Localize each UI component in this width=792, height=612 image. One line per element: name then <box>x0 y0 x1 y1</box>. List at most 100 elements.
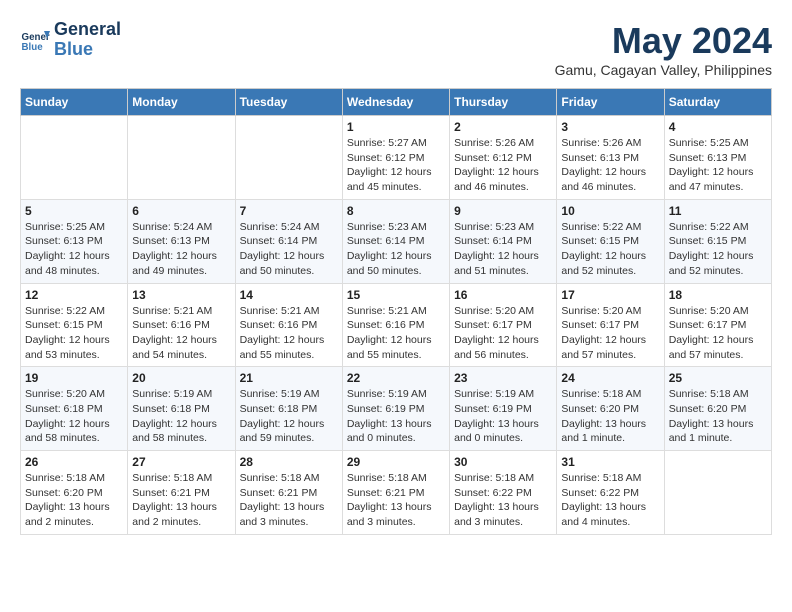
logo: General Blue General Blue <box>20 20 121 60</box>
calendar-day-cell: 29 Sunrise: 5:18 AM Sunset: 6:21 PM Dayli… <box>342 451 449 535</box>
calendar-header: SundayMondayTuesdayWednesdayThursdayFrid… <box>21 89 772 116</box>
day-number: 5 <box>25 204 123 218</box>
calendar-day-cell: 1 Sunrise: 5:27 AM Sunset: 6:12 PM Daylig… <box>342 116 449 200</box>
day-info: Sunrise: 5:26 AM Sunset: 6:13 PM Dayligh… <box>561 136 659 195</box>
day-info: Sunrise: 5:26 AM Sunset: 6:12 PM Dayligh… <box>454 136 552 195</box>
day-info: Sunrise: 5:23 AM Sunset: 6:14 PM Dayligh… <box>454 220 552 279</box>
day-number: 15 <box>347 288 445 302</box>
day-info: Sunrise: 5:20 AM Sunset: 6:18 PM Dayligh… <box>25 387 123 446</box>
day-number: 6 <box>132 204 230 218</box>
logo-text: General Blue <box>54 20 121 60</box>
day-number: 28 <box>240 455 338 469</box>
calendar-day-cell: 10 Sunrise: 5:22 AM Sunset: 6:15 PM Dayli… <box>557 199 664 283</box>
day-number: 27 <box>132 455 230 469</box>
day-number: 9 <box>454 204 552 218</box>
calendar-day-cell: 25 Sunrise: 5:18 AM Sunset: 6:20 PM Dayli… <box>664 367 771 451</box>
day-info: Sunrise: 5:22 AM Sunset: 6:15 PM Dayligh… <box>25 304 123 363</box>
day-number: 14 <box>240 288 338 302</box>
day-info: Sunrise: 5:18 AM Sunset: 6:21 PM Dayligh… <box>240 471 338 530</box>
day-info: Sunrise: 5:19 AM Sunset: 6:18 PM Dayligh… <box>132 387 230 446</box>
day-number: 26 <box>25 455 123 469</box>
weekday-header-sunday: Sunday <box>21 89 128 116</box>
calendar-week-row: 1 Sunrise: 5:27 AM Sunset: 6:12 PM Daylig… <box>21 116 772 200</box>
calendar-day-cell: 11Sunrise: 5:22 AM Sunset: 6:15 PM Dayli… <box>664 199 771 283</box>
day-number: 31 <box>561 455 659 469</box>
weekday-header-tuesday: Tuesday <box>235 89 342 116</box>
calendar-day-cell <box>664 451 771 535</box>
calendar-day-cell: 14 Sunrise: 5:21 AM Sunset: 6:16 PM Dayli… <box>235 283 342 367</box>
title-block: May 2024 Gamu, Cagayan Valley, Philippin… <box>555 20 772 78</box>
weekday-header-wednesday: Wednesday <box>342 89 449 116</box>
calendar-day-cell <box>21 116 128 200</box>
location-subtitle: Gamu, Cagayan Valley, Philippines <box>555 62 772 78</box>
calendar-week-row: 26 Sunrise: 5:18 AM Sunset: 6:20 PM Dayli… <box>21 451 772 535</box>
calendar-day-cell: 7Sunrise: 5:24 AM Sunset: 6:14 PM Daylig… <box>235 199 342 283</box>
calendar-day-cell: 20 Sunrise: 5:19 AM Sunset: 6:18 PM Dayli… <box>128 367 235 451</box>
calendar-day-cell: 16 Sunrise: 5:20 AM Sunset: 6:17 PM Dayli… <box>450 283 557 367</box>
calendar-day-cell: 28 Sunrise: 5:18 AM Sunset: 6:21 PM Dayli… <box>235 451 342 535</box>
day-info: Sunrise: 5:23 AM Sunset: 6:14 PM Dayligh… <box>347 220 445 279</box>
day-number: 19 <box>25 371 123 385</box>
page-header: General Blue General Blue May 2024 Gamu,… <box>20 20 772 78</box>
day-info: Sunrise: 5:21 AM Sunset: 6:16 PM Dayligh… <box>240 304 338 363</box>
calendar-day-cell: 19 Sunrise: 5:20 AM Sunset: 6:18 PM Dayli… <box>21 367 128 451</box>
day-number: 21 <box>240 371 338 385</box>
day-number: 17 <box>561 288 659 302</box>
calendar-week-row: 19 Sunrise: 5:20 AM Sunset: 6:18 PM Dayli… <box>21 367 772 451</box>
day-info: Sunrise: 5:25 AM Sunset: 6:13 PM Dayligh… <box>25 220 123 279</box>
day-number: 18 <box>669 288 767 302</box>
day-number: 8 <box>347 204 445 218</box>
calendar-day-cell: 8 Sunrise: 5:23 AM Sunset: 6:14 PM Daylig… <box>342 199 449 283</box>
day-number: 13 <box>132 288 230 302</box>
calendar-day-cell: 26 Sunrise: 5:18 AM Sunset: 6:20 PM Dayli… <box>21 451 128 535</box>
day-info: Sunrise: 5:18 AM Sunset: 6:21 PM Dayligh… <box>132 471 230 530</box>
day-info: Sunrise: 5:20 AM Sunset: 6:17 PM Dayligh… <box>561 304 659 363</box>
day-info: Sunrise: 5:27 AM Sunset: 6:12 PM Dayligh… <box>347 136 445 195</box>
day-info: Sunrise: 5:24 AM Sunset: 6:14 PM Dayligh… <box>240 220 338 279</box>
day-number: 3 <box>561 120 659 134</box>
day-info: Sunrise: 5:18 AM Sunset: 6:21 PM Dayligh… <box>347 471 445 530</box>
day-number: 16 <box>454 288 552 302</box>
calendar-day-cell: 13Sunrise: 5:21 AM Sunset: 6:16 PM Dayli… <box>128 283 235 367</box>
weekday-header-monday: Monday <box>128 89 235 116</box>
day-number: 25 <box>669 371 767 385</box>
calendar-week-row: 12 Sunrise: 5:22 AM Sunset: 6:15 PM Dayli… <box>21 283 772 367</box>
day-number: 12 <box>25 288 123 302</box>
calendar-day-cell: 6 Sunrise: 5:24 AM Sunset: 6:13 PM Daylig… <box>128 199 235 283</box>
weekday-header-thursday: Thursday <box>450 89 557 116</box>
calendar-day-cell: 4Sunrise: 5:25 AM Sunset: 6:13 PM Daylig… <box>664 116 771 200</box>
calendar-day-cell: 9 Sunrise: 5:23 AM Sunset: 6:14 PM Daylig… <box>450 199 557 283</box>
day-info: Sunrise: 5:25 AM Sunset: 6:13 PM Dayligh… <box>669 136 767 195</box>
calendar-body: 1 Sunrise: 5:27 AM Sunset: 6:12 PM Daylig… <box>21 116 772 535</box>
day-number: 29 <box>347 455 445 469</box>
day-number: 1 <box>347 120 445 134</box>
weekday-header-row: SundayMondayTuesdayWednesdayThursdayFrid… <box>21 89 772 116</box>
month-year-title: May 2024 <box>555 20 772 62</box>
calendar-day-cell: 2 Sunrise: 5:26 AM Sunset: 6:12 PM Daylig… <box>450 116 557 200</box>
weekday-header-friday: Friday <box>557 89 664 116</box>
day-info: Sunrise: 5:18 AM Sunset: 6:20 PM Dayligh… <box>25 471 123 530</box>
calendar-day-cell: 15 Sunrise: 5:21 AM Sunset: 6:16 PM Dayli… <box>342 283 449 367</box>
day-number: 23 <box>454 371 552 385</box>
calendar-day-cell <box>128 116 235 200</box>
day-info: Sunrise: 5:21 AM Sunset: 6:16 PM Dayligh… <box>347 304 445 363</box>
day-number: 10 <box>561 204 659 218</box>
day-info: Sunrise: 5:19 AM Sunset: 6:19 PM Dayligh… <box>454 387 552 446</box>
day-info: Sunrise: 5:19 AM Sunset: 6:18 PM Dayligh… <box>240 387 338 446</box>
day-info: Sunrise: 5:18 AM Sunset: 6:20 PM Dayligh… <box>669 387 767 446</box>
calendar-table: SundayMondayTuesdayWednesdayThursdayFrid… <box>20 88 772 535</box>
day-info: Sunrise: 5:20 AM Sunset: 6:17 PM Dayligh… <box>454 304 552 363</box>
calendar-day-cell: 31 Sunrise: 5:18 AM Sunset: 6:22 PM Dayli… <box>557 451 664 535</box>
calendar-day-cell: 21 Sunrise: 5:19 AM Sunset: 6:18 PM Dayli… <box>235 367 342 451</box>
day-info: Sunrise: 5:20 AM Sunset: 6:17 PM Dayligh… <box>669 304 767 363</box>
day-info: Sunrise: 5:22 AM Sunset: 6:15 PM Dayligh… <box>561 220 659 279</box>
day-info: Sunrise: 5:18 AM Sunset: 6:22 PM Dayligh… <box>454 471 552 530</box>
calendar-day-cell: 5 Sunrise: 5:25 AM Sunset: 6:13 PM Daylig… <box>21 199 128 283</box>
calendar-week-row: 5 Sunrise: 5:25 AM Sunset: 6:13 PM Daylig… <box>21 199 772 283</box>
calendar-day-cell <box>235 116 342 200</box>
svg-text:Blue: Blue <box>22 42 44 53</box>
day-number: 20 <box>132 371 230 385</box>
day-info: Sunrise: 5:24 AM Sunset: 6:13 PM Dayligh… <box>132 220 230 279</box>
day-info: Sunrise: 5:18 AM Sunset: 6:22 PM Dayligh… <box>561 471 659 530</box>
day-number: 2 <box>454 120 552 134</box>
